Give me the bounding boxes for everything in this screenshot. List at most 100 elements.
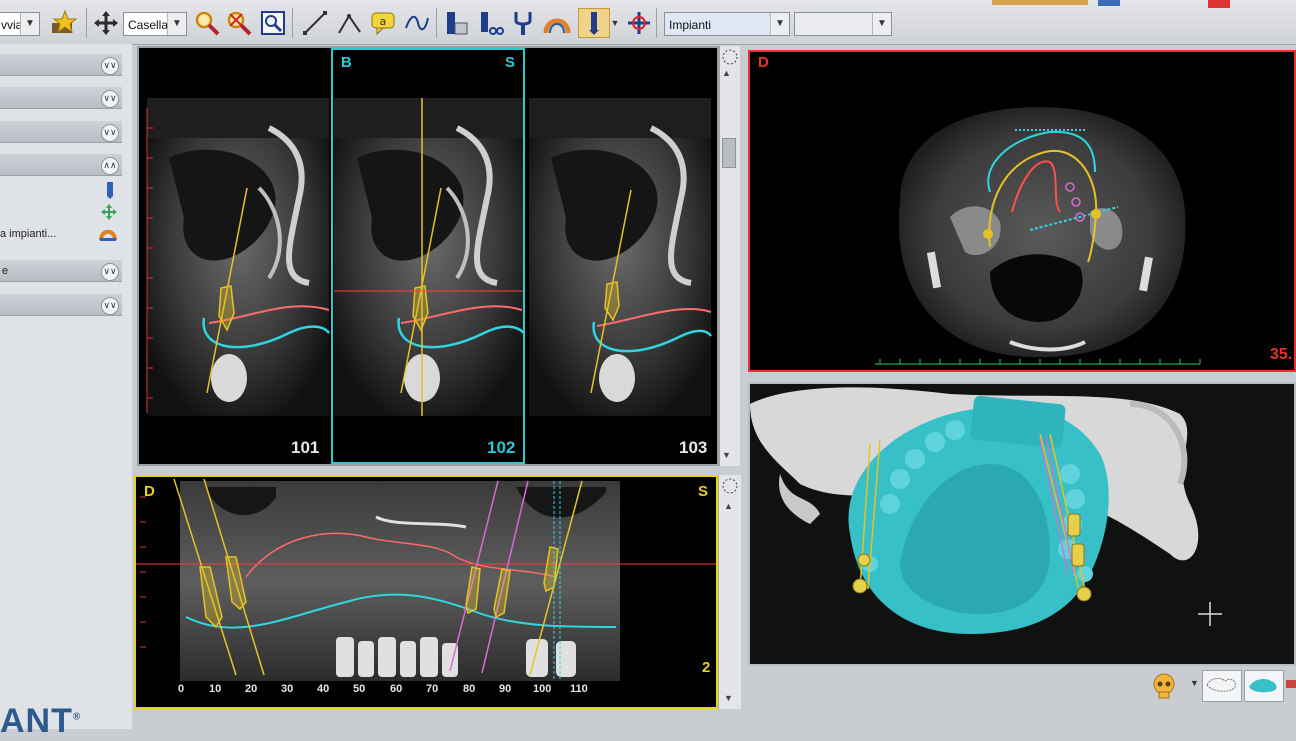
favorites-star-button[interactable] [48,8,78,38]
active-slice-frame[interactable]: B S [331,48,525,464]
implant-axis-button[interactable] [578,8,610,38]
scroll-up-arrow[interactable]: ▲ [722,68,731,78]
axis-tick-70: 70 [426,683,439,695]
rotate-cross-icon [628,12,650,34]
axial-ruler [875,359,1201,365]
axis-tick-30: 30 [281,683,294,695]
svg-text:a: a [380,15,387,28]
pan-button[interactable] [91,8,121,38]
implants-list-label[interactable]: a impianti... [0,228,56,240]
object-type-select[interactable]: Impianti ▼ [664,12,790,36]
tool-edge-icon[interactable] [1286,680,1296,688]
panel-section-5-label: e [2,265,9,277]
measure-distance-button[interactable] [300,8,330,38]
resize-dots-icon[interactable] [721,477,739,495]
slice-number-101: 101 [291,438,320,457]
panoramic-scrollbar[interactable]: ▲ ▼ [718,475,741,709]
measure-angle-button[interactable] [334,8,364,38]
scroll-down-arrow[interactable]: ▼ [724,693,733,703]
implant-axis-icon [589,12,599,35]
slice-number-102: 102 [487,438,516,457]
implant-group-icon [481,12,504,35]
magnifier-icon [195,11,220,36]
axial-view[interactable]: D 35. [748,50,1296,372]
panel-section-1[interactable]: ∨∨ [0,54,122,76]
speech-bubble-icon: a [371,12,395,36]
profile-curve-button[interactable] [402,8,432,38]
window-edge-strip [992,0,1088,5]
crosshair-icon [1198,602,1222,626]
scroll-down-arrow[interactable]: ▼ [722,450,731,460]
panoramic-image[interactable] [136,477,716,707]
brand-logo: ANT® [0,702,82,740]
star-icon [52,9,77,34]
magnifier-cross-icon [227,11,252,36]
slice-number-103: 103 [679,438,708,457]
axis-tick-50: 50 [353,683,366,695]
cut-mode-select[interactable]: vvia ▼ [0,12,40,36]
axis-tick-60: 60 [390,683,403,695]
chevron-down-icon: ▼ [20,13,39,35]
angle-icon [338,14,361,34]
axial-image[interactable] [750,52,1294,370]
skull-view-button[interactable] [1150,672,1178,705]
axis-tick-80: 80 [463,683,476,695]
bone-model-icon [1206,677,1236,692]
object-type-value: Impianti [669,18,712,32]
3d-model-image[interactable] [750,384,1294,664]
chevron-double-up-icon[interactable]: ∧∧ [101,157,119,175]
implant-library-button[interactable] [476,8,506,38]
implant-icon [447,12,468,35]
abutment-button[interactable] [508,8,538,38]
axial-slice-value: 35. [1270,346,1293,363]
panel-section-3[interactable]: ∨∨ [0,121,122,143]
nerve-small-icon[interactable] [99,224,117,247]
object-item-select[interactable]: ▼ [794,12,892,36]
axis-tick-10: 10 [209,683,222,695]
slice-103-image [529,98,711,416]
slice-left-label: B [341,54,352,71]
magnifier-box-icon [261,11,285,35]
nerve-tool-button[interactable] [542,8,572,38]
axis-tick-0: 0 [178,683,185,695]
chevron-double-down-icon[interactable]: ∨∨ [101,57,119,75]
chevron-double-down-icon[interactable]: ∨∨ [101,124,119,142]
zoom-reset-button[interactable] [224,8,254,38]
panel-section-6[interactable]: ∨∨ [0,294,122,316]
chevron-double-down-icon[interactable]: ∨∨ [101,90,119,108]
move-small-icon[interactable] [101,204,117,225]
window-edge-icon [1098,0,1120,6]
scroll-up-arrow[interactable]: ▲ [724,501,733,511]
left-tool-panel: ∨∨ ∨∨ ∨∨ ∧∧ a impianti... e ∨∨ ∨∨ ANT® [0,44,132,740]
3d-view[interactable] [748,382,1296,666]
rotate-view-button[interactable] [624,8,654,38]
resize-dots-icon[interactable] [721,48,739,66]
chevron-down-icon: ▼ [872,13,891,35]
annotation-button[interactable]: a [368,8,398,38]
panel-section-2[interactable]: ∨∨ [0,87,122,109]
implant-axis-dropdown[interactable]: ▼ [608,8,622,38]
slice-right-label: S [504,54,515,71]
guide-model-toggle[interactable] [1244,670,1284,702]
zoom-in-button[interactable] [192,8,222,38]
move-arrows-icon [94,11,118,35]
skull-view-dropdown[interactable]: ▼ [1190,678,1199,688]
implant-small-icon[interactable] [104,181,116,204]
main-toolbar: vvia ▼ Casella ▼ a ▼ Impianti ▼ ▼ [0,0,1296,45]
panel-section-5[interactable]: e ∨∨ [0,260,122,282]
panel-section-implants[interactable]: ∧∧ [0,154,122,176]
chevron-double-down-icon[interactable]: ∨∨ [101,297,119,315]
bone-model-toggle[interactable] [1202,670,1242,702]
panoramic-view[interactable]: D S 0 10 20 30 40 50 60 70 80 90 100 110… [134,475,718,709]
implant-tool-button[interactable] [442,8,472,38]
3d-view-tools: ▼ [1150,668,1296,704]
scroll-thumb[interactable] [722,138,736,168]
slice-101-image [147,98,329,416]
nerve-arch-icon [543,18,571,34]
cross-section-view[interactable]: B S 101 102 103 [137,46,719,466]
wave-curve-icon [405,15,429,31]
zoom-window-button[interactable] [258,8,288,38]
chevron-double-down-icon[interactable]: ∨∨ [101,263,119,281]
cross-section-scrollbar[interactable]: ▲ ▼ [719,46,740,466]
zoom-mode-select[interactable]: Casella ▼ [123,12,187,36]
